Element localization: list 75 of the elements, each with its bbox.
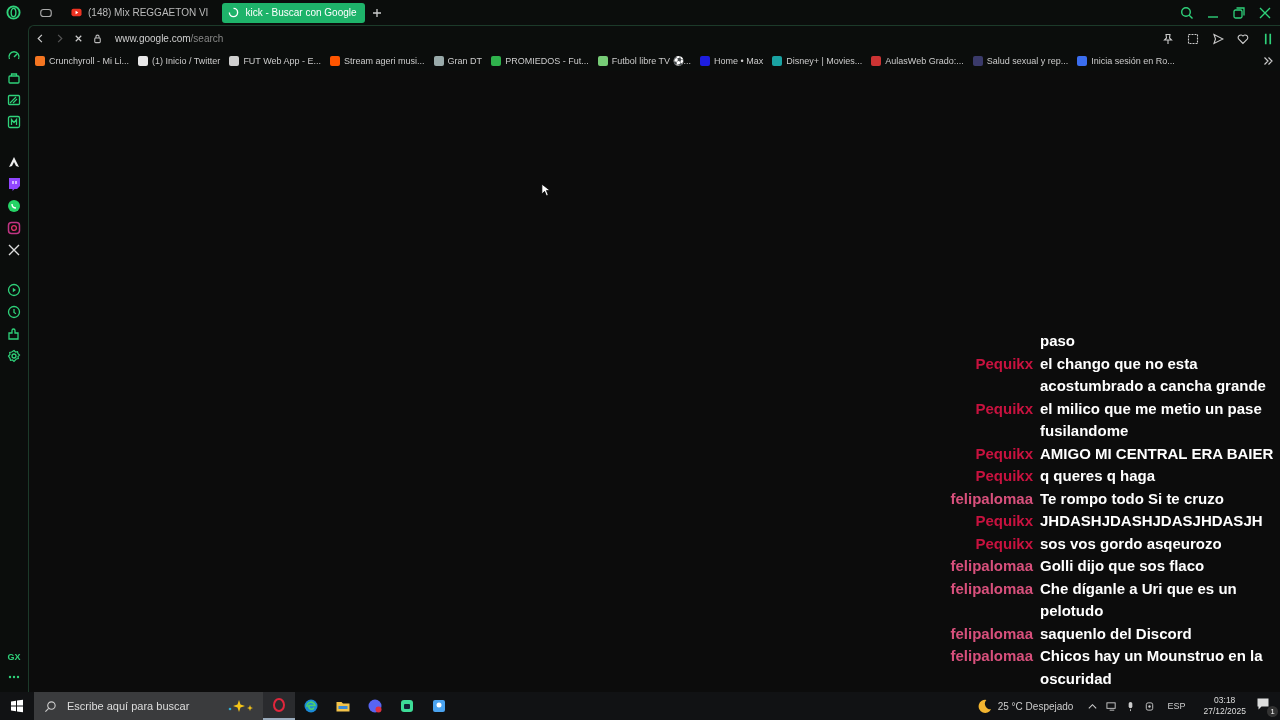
bookmark-item[interactable]: FUT Web App - E...: [229, 56, 322, 66]
screen-icon[interactable]: [7, 93, 21, 107]
chat-username: felipalomaa: [950, 489, 1033, 507]
chat-message: Te rompo todo Si te cruzo: [1040, 488, 1225, 509]
chat-message: sos vos gordo asqeurozo: [1040, 533, 1223, 554]
chat-message: Chicos hay un Mounstruo en la oscuridad: [1040, 646, 1264, 689]
chat-username: felipalomaa: [950, 647, 1033, 664]
chat-message: paso: [1040, 331, 1076, 351]
chat-username: Pequikx: [975, 467, 1033, 484]
weather-text[interactable]: 25 °C Despejado: [997, 700, 1074, 712]
chat-username: Pequikx: [975, 444, 1033, 462]
cursor-icon: [541, 183, 550, 197]
windows-start-icon[interactable]: [10, 699, 24, 713]
network-icon[interactable]: [1106, 700, 1118, 712]
address-field[interactable]: www.google.com/search: [111, 31, 1149, 46]
chat-username: felipalomaa: [950, 557, 1033, 574]
bookmark-item[interactable]: PROMIEDOS - Fut...: [491, 56, 589, 66]
taskbar-search-bar[interactable]: Escribe aquí para buscar: [34, 692, 263, 720]
opera-app-icon[interactable]: [263, 692, 295, 720]
bookmark-item[interactable]: AulasWeb Grado:...: [871, 56, 964, 66]
heart-icon[interactable]: [1237, 32, 1249, 45]
new-tab-icon[interactable]: [370, 6, 383, 19]
bookmark-item[interactable]: Home • Max: [700, 56, 764, 66]
whatsapp-icon[interactable]: [7, 199, 21, 213]
x-logo-icon[interactable]: [7, 243, 21, 257]
bag-icon[interactable]: [7, 71, 21, 85]
camera-icon[interactable]: [1144, 700, 1156, 712]
lock-icon: [92, 33, 103, 44]
chevron-icon[interactable]: [1262, 55, 1274, 67]
browser-tab[interactable]: (148) Mix REGGAETON VI: [65, 2, 217, 23]
chat-message: JHDASHJDASHJDASJHDASJH: [1040, 511, 1264, 531]
bookmark-item[interactable]: Disney+ | Movies...: [772, 56, 863, 66]
chat-message: AMIGO MI CENTRAL ERA BAIER: [1040, 443, 1274, 464]
opera-logo-icon[interactable]: [6, 5, 21, 20]
settings-icon[interactable]: [7, 349, 21, 363]
send-icon[interactable]: [1212, 32, 1224, 45]
video-play-icon: [71, 7, 82, 18]
loading-spinner-icon: [228, 7, 240, 18]
pause-icon[interactable]: [1262, 32, 1274, 45]
restore-icon[interactable]: [1232, 5, 1246, 20]
bookmark-item[interactable]: Stream ageri musi...: [330, 56, 425, 66]
search-input[interactable]: Escribe aquí para buscar: [65, 699, 219, 713]
m-square-icon[interactable]: [7, 115, 21, 129]
history-icon[interactable]: [7, 305, 21, 319]
bookmark-item[interactable]: Futbol libre TV ⚽...: [597, 56, 691, 66]
search-icon: [44, 699, 57, 713]
stop-icon[interactable]: [73, 33, 84, 44]
chat-username: Pequikx: [975, 534, 1033, 552]
pin-icon[interactable]: [1162, 32, 1174, 45]
bookmark-item[interactable]: Salud sexual y rep...: [972, 56, 1069, 66]
extensions-icon[interactable]: [7, 327, 21, 341]
chat-message: Golli dijo que sos flaco: [1040, 556, 1206, 576]
bookmark-item[interactable]: Inicia sesión en Ro...: [1077, 56, 1175, 66]
chat-username: Pequikx: [975, 399, 1033, 417]
bookmark-item[interactable]: (1) Inicio / Twitter: [138, 56, 221, 66]
chat-username: felipalomaa: [950, 579, 1033, 597]
twitch-icon[interactable]: [7, 177, 21, 191]
chat-message: el milico que me metio un pase fusilandome: [1040, 398, 1263, 441]
instagram-icon[interactable]: [7, 221, 21, 235]
play-icon[interactable]: [7, 283, 21, 297]
chat-message: saquenlo del Discord: [1040, 623, 1193, 644]
chat-message: q queres q haga: [1040, 466, 1157, 486]
clock[interactable]: 03:18 27/12/2025: [1203, 695, 1246, 717]
moon-icon: [976, 698, 992, 714]
chat-username: felipalomaa: [950, 624, 1033, 642]
chat-username: Pequikx: [975, 512, 1033, 529]
language-indicator[interactable]: ESP: [1167, 701, 1186, 711]
close-icon[interactable]: [1258, 5, 1272, 20]
gx-label[interactable]: GX: [7, 652, 21, 662]
chat-username: Pequikx: [975, 354, 1033, 372]
bookmark-item[interactable]: Gran DT: [433, 56, 483, 66]
search-icon[interactable]: [1180, 5, 1194, 20]
peak-logo-icon[interactable]: [7, 155, 21, 169]
snapshot-icon[interactable]: [1187, 32, 1199, 45]
bookmark-item[interactable]: Crunchyroll - Mi Li...: [35, 56, 129, 66]
